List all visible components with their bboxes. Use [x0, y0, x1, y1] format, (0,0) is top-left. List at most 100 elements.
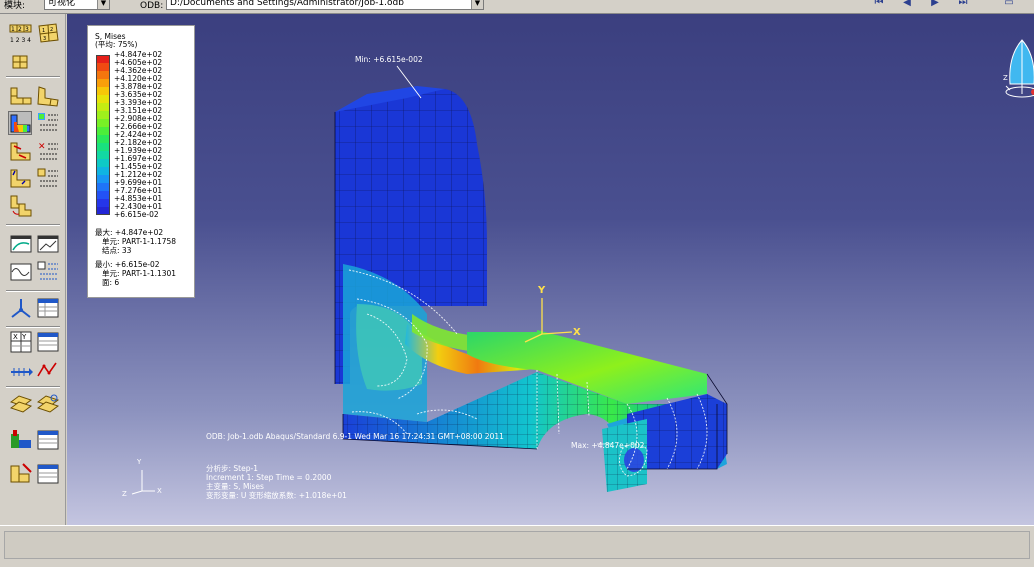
contour-plot-model[interactable] [67, 14, 1034, 525]
legend-min-value: 最小: +6.615e-02 [95, 260, 160, 269]
xy-data-manager-icon[interactable]: XY [9, 330, 33, 354]
color-code-icon[interactable] [9, 428, 33, 452]
toolbox-separator [6, 76, 60, 78]
view-options-icon[interactable]: ▭ [1000, 0, 1018, 10]
animation-options-icon[interactable] [36, 260, 60, 284]
legend-swatch [96, 127, 110, 135]
max-marker-label: Max: +4.847e+002 [571, 441, 645, 450]
node-labels-icon[interactable]: 123 1 2 3 4 [9, 22, 33, 46]
create-xy-data-icon[interactable] [36, 330, 60, 354]
local-axis-y-label: Y [538, 285, 546, 296]
toolbox-separator [6, 326, 60, 328]
module-select[interactable]: 可视化 ▼ [44, 0, 110, 10]
triad-x-label: X [157, 487, 162, 495]
abaqus-cae-window: 模块: 可视化 ▼ ODB: D:/Documents and Settings… [0, 0, 1034, 567]
color-mappings-icon[interactable] [36, 428, 60, 452]
legend-swatch [96, 167, 110, 175]
mesh-icon[interactable] [9, 50, 33, 74]
legend-swatch [96, 63, 110, 71]
local-axis-x-label: X [573, 327, 581, 338]
odb-label: ODB: [140, 1, 164, 11]
last-frame-icon[interactable]: ⏭ [954, 0, 972, 10]
contour-options-icon[interactable] [36, 111, 60, 135]
legend-swatch [96, 151, 110, 159]
primary-variable-line: 主变量: S, Mises [206, 482, 264, 491]
legend-swatch [96, 103, 110, 111]
legend-swatch [96, 183, 110, 191]
svg-text:3: 3 [43, 36, 46, 42]
plot-material-orientations-icon[interactable] [9, 167, 33, 191]
animate-scale-factor-icon[interactable] [9, 232, 33, 256]
create-path-icon[interactable] [9, 358, 33, 382]
step-info-line: 分析步: Step-1 [206, 464, 258, 473]
legend-swatch [96, 175, 110, 183]
svg-text:3: 3 [25, 26, 29, 33]
probe-values-icon[interactable] [36, 296, 60, 320]
triad-y-label: Y [137, 458, 142, 466]
svg-text:2: 2 [18, 26, 22, 33]
allow-multiple-plot-states-icon[interactable] [9, 194, 33, 218]
legend-swatch [96, 159, 110, 167]
chevron-down-icon: ▼ [97, 0, 109, 9]
legend-swatch [96, 207, 110, 215]
symbol-options-icon[interactable]: ✕ [36, 140, 60, 164]
legend-swatch [96, 87, 110, 95]
legend-max-node: 结点: 33 [102, 246, 132, 255]
viewport[interactable]: S, Mises (平均: 75%) +4.847e+02 +4.605e+02 +… [67, 14, 1034, 525]
legend-swatch [96, 79, 110, 87]
legend-max-element: 单元: PART-1-1.1758 [102, 237, 177, 246]
legend-swatch [96, 119, 110, 127]
svg-text:2: 2 [50, 27, 53, 33]
legend-min-node: 面: 6 [102, 278, 120, 287]
animate-harmonic-icon[interactable] [9, 260, 33, 284]
first-frame-icon[interactable]: ⏮ [870, 0, 888, 10]
toolbox-separator [6, 386, 60, 388]
next-frame-icon[interactable]: ▶ [926, 0, 944, 10]
legend-value: +6.615e-02 [114, 210, 159, 219]
xy-plot-icon[interactable] [36, 358, 60, 382]
odb-select[interactable]: D:/Documents and Settings/Administrator/… [166, 0, 484, 10]
svg-text:1: 1 [11, 26, 15, 33]
module-label: 模块: [4, 1, 26, 11]
animate-time-history-icon[interactable] [36, 232, 60, 256]
view-manipulation-compass[interactable]: Z [1002, 34, 1034, 114]
plot-contours-icon[interactable] [8, 111, 32, 135]
view-cut-icon[interactable] [9, 296, 33, 320]
increment-info-line: Increment 1: Step Time = 0.2000 [206, 473, 332, 482]
legend-swatch [96, 111, 110, 119]
chevron-down-icon: ▼ [471, 0, 483, 9]
prompt-area [4, 531, 1030, 559]
legend-swatch [96, 95, 110, 103]
svg-text:1: 1 [42, 28, 45, 34]
svg-text:✕: ✕ [38, 142, 46, 152]
legend-averaging: (平均: 75%) [95, 40, 138, 49]
legend-max-value: 最大: +4.847e+02 [95, 228, 164, 237]
toolbox-separator [6, 290, 60, 292]
deformed-variable-line: 变形变量: U 变形缩放系数: +1.018e+01 [206, 491, 347, 500]
legend-swatch [96, 55, 110, 63]
display-group-icon[interactable] [9, 392, 33, 416]
legend-min-element: 单元: PART-1-1.1301 [102, 269, 177, 278]
min-marker-label: Min: +6.615e-002 [355, 55, 423, 64]
svg-text:Y: Y [21, 333, 27, 341]
svg-text:X: X [13, 333, 18, 341]
element-labels-icon[interactable]: 123 [36, 22, 60, 46]
legend-swatch [96, 135, 110, 143]
query-information-icon[interactable] [9, 462, 33, 486]
legend-swatch [96, 143, 110, 151]
contour-legend[interactable]: S, Mises (平均: 75%) +4.847e+02 +4.605e+02 +… [87, 25, 195, 298]
context-bar: 模块: 可视化 ▼ ODB: D:/Documents and Settings… [0, 0, 1034, 14]
legend-swatch [96, 71, 110, 79]
toolbox-separator [6, 224, 60, 226]
plot-symbols-icon[interactable] [9, 140, 33, 164]
query-options-icon[interactable] [36, 462, 60, 486]
svg-text:1 2 3 4: 1 2 3 4 [10, 37, 31, 44]
previous-frame-icon[interactable]: ◀ [898, 0, 916, 10]
create-display-group-icon[interactable] [36, 392, 60, 416]
material-orientation-options-icon[interactable] [36, 167, 60, 191]
plot-deformed-shape-icon[interactable] [36, 84, 60, 108]
visualization-toolbox: 1231 2 3 4 123 ✕ X Y [0, 14, 66, 525]
legend-swatch [96, 191, 110, 199]
odb-info-line: ODB: Job-1.odb Abaqus/Standard 6.9-1 Wed… [206, 432, 504, 441]
plot-undeformed-shape-icon[interactable] [9, 84, 33, 108]
